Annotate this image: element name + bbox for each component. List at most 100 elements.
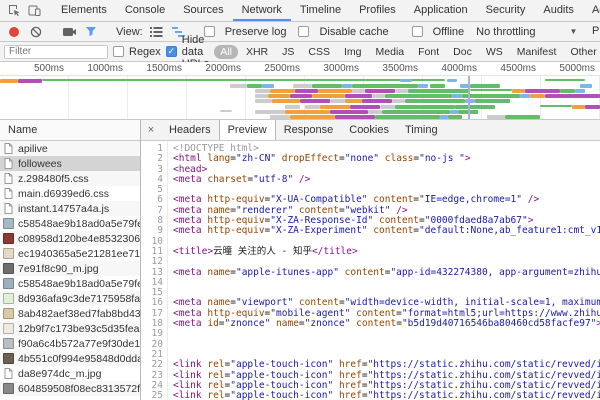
gridline [127, 76, 128, 119]
clear-button[interactable] [28, 24, 44, 40]
waterfall-overview[interactable] [0, 76, 600, 120]
request-row[interactable]: f90a6c4b572a77e9f30de153… [0, 336, 140, 351]
request-row[interactable]: c58548ae9b18ad0a5e79fe4e… [0, 216, 140, 231]
filmstrip-capture-icon[interactable] [61, 24, 77, 40]
tab-audits[interactable]: Audits [534, 0, 583, 21]
tab-elements[interactable]: Elements [52, 0, 116, 21]
filter-type-xhr[interactable]: XHR [240, 45, 274, 59]
waterfall-bar [255, 89, 270, 93]
request-row[interactable]: c08958d120be4e853230649… [0, 231, 140, 246]
line-number: 22 [141, 360, 163, 370]
offline-checkbox[interactable] [412, 26, 423, 37]
tab-profiles[interactable]: Profiles [350, 0, 405, 21]
inspect-element-icon[interactable] [4, 3, 24, 19]
device-toolbar-icon[interactable] [24, 3, 44, 19]
close-icon[interactable]: × [141, 120, 161, 140]
waterfall-bar [350, 105, 380, 109]
tab-security[interactable]: Security [477, 0, 535, 21]
chevron-down-icon[interactable]: ▼ [569, 27, 577, 36]
request-row[interactable]: 604859508f08ec8313572f0e7 [0, 381, 140, 396]
request-name: c58548ae9b18ad0a5e79fe4e… [18, 278, 140, 290]
waterfall-bar [452, 94, 462, 98]
tab-console[interactable]: Console [116, 0, 174, 21]
ruler-tick-label: 3000ms [305, 63, 359, 74]
devtools-tabbar: ElementsConsoleSourcesNetworkTimelinePro… [0, 0, 600, 22]
request-row[interactable]: followees [0, 156, 140, 171]
request-row[interactable]: main.d6939ed6.css [0, 186, 140, 201]
request-row[interactable]: 7e91f8c90_m.jpg [0, 261, 140, 276]
filter-type-ws[interactable]: WS [480, 45, 509, 59]
request-row[interactable]: c58548ae9b18ad0a5e79fe4e… [0, 276, 140, 291]
waterfall-bar [342, 84, 352, 88]
gridline [186, 76, 187, 119]
code-line: <meta charset="utf-8" /> [173, 175, 600, 185]
detail-tab-timing[interactable]: Timing [397, 120, 446, 140]
waterfall-bar [575, 89, 585, 93]
disable-cache-checkbox[interactable] [298, 26, 309, 37]
filter-type-media[interactable]: Media [370, 45, 411, 59]
request-name: 4b551c0f994e95848d0dda09… [18, 353, 140, 365]
tab-network[interactable]: Network [233, 0, 291, 21]
waterfall-bar [320, 105, 350, 109]
document-icon [3, 203, 14, 214]
request-row[interactable]: apilive [0, 141, 140, 156]
request-row[interactable]: 8ab482aef38ed7fab8bd4314… [0, 306, 140, 321]
filter-input[interactable] [4, 45, 108, 59]
request-row[interactable]: ec1940365a5e21281ee71856… [0, 246, 140, 261]
regex-label[interactable]: Regex [129, 46, 161, 58]
record-button[interactable] [6, 24, 22, 40]
waterfall-bar [300, 99, 330, 103]
detail-tab-headers[interactable]: Headers [161, 120, 219, 140]
html-source-view[interactable]: <!DOCTYPE html><html lang="zh-CN" dropEf… [168, 141, 600, 400]
request-row[interactable]: instant.14757a4a.js [0, 201, 140, 216]
name-column-header[interactable]: Name [0, 120, 140, 141]
waterfall-bar [520, 94, 530, 98]
tab-application[interactable]: Application [405, 0, 477, 21]
tab-adblock-plus[interactable]: Adblock Plus [583, 0, 600, 21]
waterfall-bar [255, 110, 285, 114]
waterfall-bar [470, 84, 500, 88]
request-row[interactable]: 12b9f7c173be93c5d35fea2d… [0, 321, 140, 336]
waterfall-bar [505, 115, 540, 119]
waterfall-bar [352, 84, 418, 88]
preserve-log-label[interactable]: Preserve log [225, 26, 287, 38]
filter-type-img[interactable]: Img [338, 45, 368, 59]
hide-data-urls-checkbox[interactable]: ✓ [166, 46, 177, 57]
request-name: z.298480f5.css [18, 173, 89, 185]
tab-sources[interactable]: Sources [174, 0, 232, 21]
regex-checkbox[interactable] [113, 46, 124, 57]
request-row[interactable]: z.298480f5.css [0, 171, 140, 186]
throttling-select[interactable]: No throttling [476, 26, 535, 38]
filter-type-js[interactable]: JS [276, 45, 300, 59]
filter-funnel-icon[interactable] [83, 24, 99, 40]
view-list-icon[interactable] [149, 24, 165, 40]
request-row[interactable]: 4b551c0f994e95848d0dda09… [0, 351, 140, 366]
offline-label[interactable]: Offline [433, 26, 465, 38]
filter-type-all[interactable]: All [214, 45, 238, 59]
network-main-split: Name apilive followees z.298480f5.cssmain.… [0, 120, 600, 400]
filter-type-other[interactable]: Other [564, 45, 600, 59]
ruler-tick-label: 4000ms [423, 63, 477, 74]
waterfall-bar [295, 89, 318, 93]
request-name: followees [18, 158, 62, 170]
detail-tab-response[interactable]: Response [276, 120, 342, 140]
waterfall-bar [572, 105, 585, 109]
tab-timeline[interactable]: Timeline [291, 0, 350, 21]
request-row[interactable]: da8e974dc_m.jpg [0, 366, 140, 381]
request-name: 7e91f8c90_m.jpg [18, 263, 99, 275]
filter-type-css[interactable]: CSS [302, 45, 336, 59]
request-name: apilive [18, 143, 48, 155]
detail-tab-preview[interactable]: Preview [219, 120, 276, 140]
code-line: <meta http-equiv="X-ZA-Experiment" conte… [173, 226, 600, 236]
waterfall-bar [585, 105, 600, 109]
filter-type-font[interactable]: Font [412, 45, 445, 59]
request-name: 8d936afa9c3de7175958fae5… [18, 293, 140, 305]
disable-cache-label[interactable]: Disable cache [319, 26, 388, 38]
waterfall-bar [380, 105, 395, 109]
detail-tab-cookies[interactable]: Cookies [341, 120, 397, 140]
filter-type-doc[interactable]: Doc [447, 45, 478, 59]
filter-type-manifest[interactable]: Manifest [511, 45, 563, 59]
code-line: <meta name="apple-itunes-app" content="a… [173, 268, 600, 278]
document-icon [3, 158, 14, 169]
request-row[interactable]: 8d936afa9c3de7175958fae5… [0, 291, 140, 306]
